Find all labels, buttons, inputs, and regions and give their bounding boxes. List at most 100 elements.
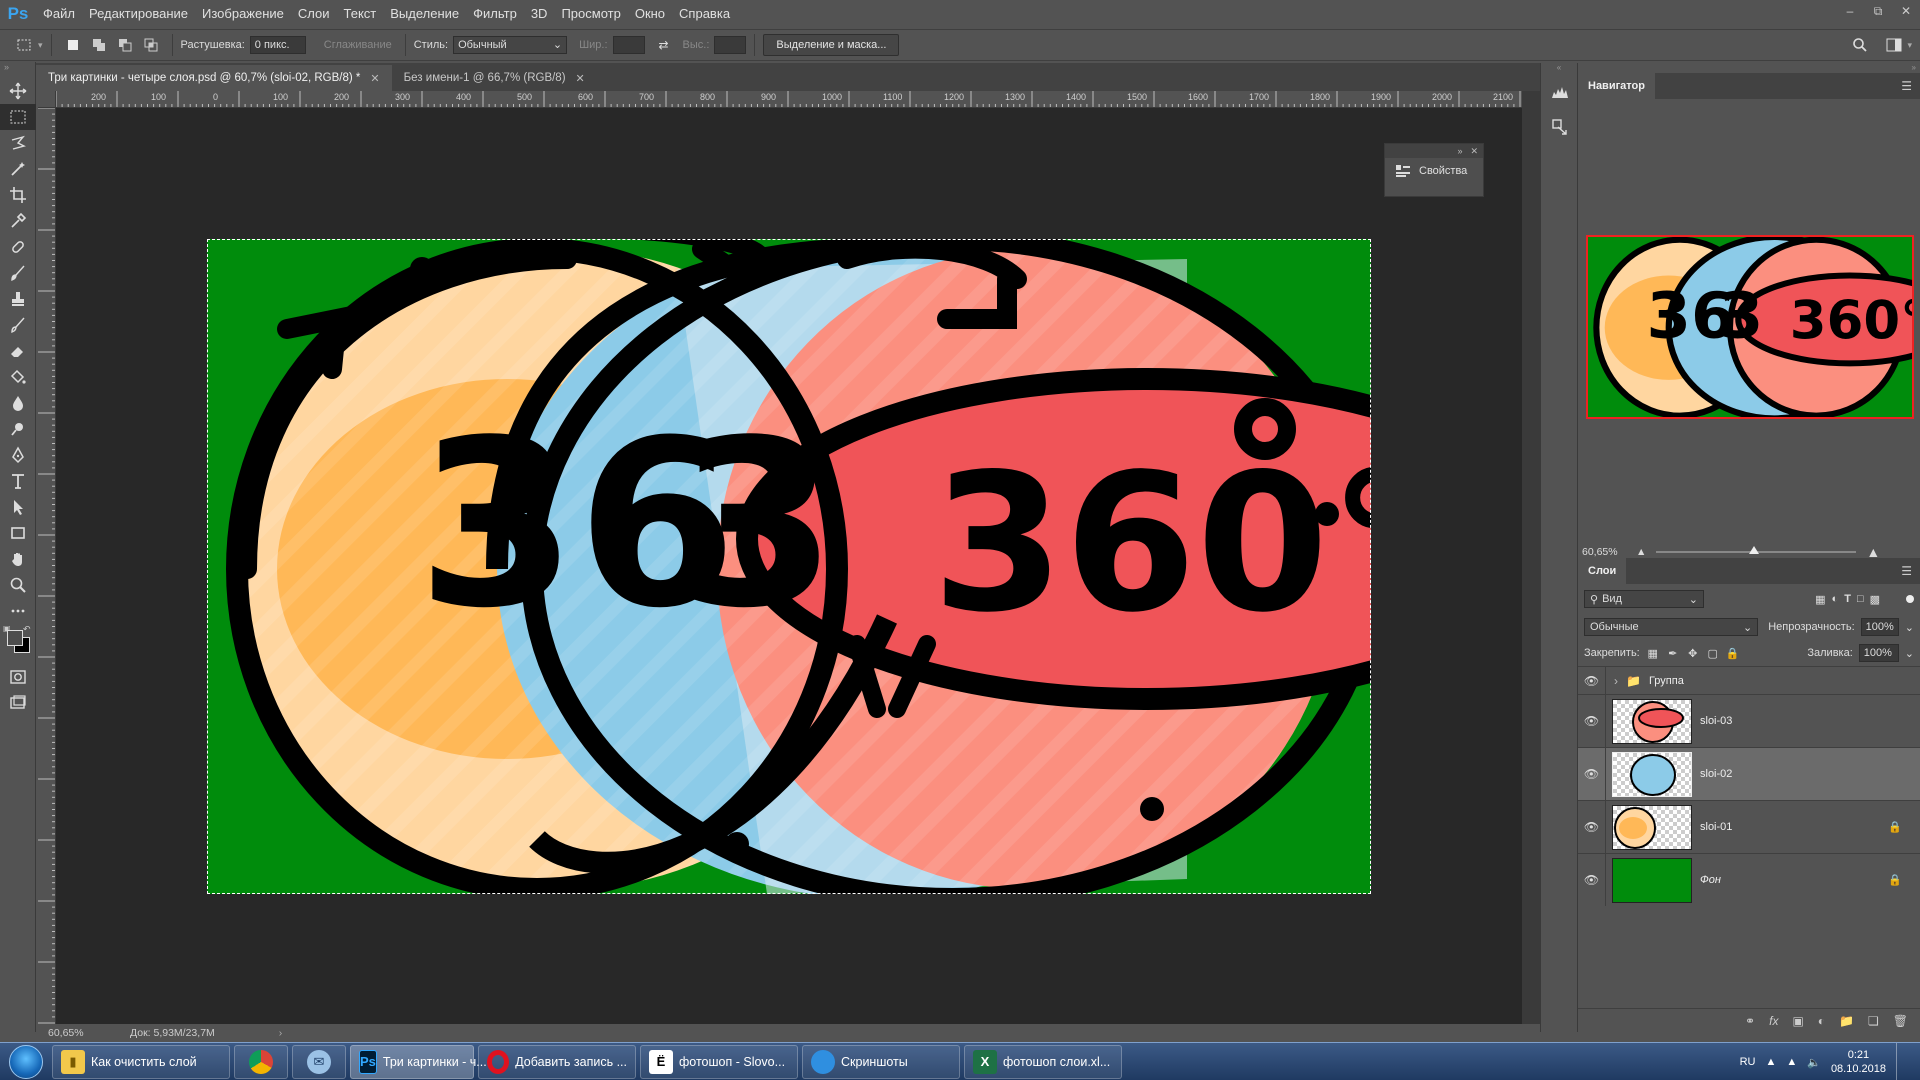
dodge-tool-icon[interactable]: [0, 416, 36, 442]
zoom-out-icon[interactable]: ▲: [1636, 546, 1646, 558]
menu-type[interactable]: Текст: [337, 0, 384, 27]
network-icon[interactable]: ▲: [1786, 1056, 1797, 1068]
path-selection-tool-icon[interactable]: [0, 494, 36, 520]
menu-help[interactable]: Справка: [672, 0, 737, 27]
foreground-color-swatch[interactable]: [7, 630, 23, 646]
taskbar-item-mail[interactable]: ✉: [292, 1044, 346, 1079]
taskbar-item-excel[interactable]: X фотошоп слои.xl...: [964, 1044, 1122, 1079]
pen-tool-icon[interactable]: [0, 442, 36, 468]
style-select[interactable]: Обычный ⌄: [453, 36, 568, 54]
menu-select[interactable]: Выделение: [383, 0, 466, 27]
slider-knob[interactable]: [1749, 546, 1760, 554]
rectangle-tool-icon[interactable]: [0, 520, 36, 546]
document-canvas[interactable]: 36 3 360°: [56, 108, 1522, 1024]
taskbar-item-screenshots[interactable]: Скриншоты: [802, 1044, 960, 1079]
blend-mode-select[interactable]: Обычные ⌄: [1584, 618, 1759, 636]
show-desktop-button[interactable]: [1896, 1043, 1910, 1080]
more-tools-icon[interactable]: [0, 598, 36, 624]
collapse-arrows-icon[interactable]: »: [0, 62, 35, 78]
eyedropper-tool-icon[interactable]: [0, 208, 36, 234]
start-button[interactable]: [0, 1043, 52, 1080]
workspace-icon[interactable]: [1883, 34, 1905, 56]
brush-tool-icon[interactable]: [0, 260, 36, 286]
add-mask-icon[interactable]: ▣: [1792, 1014, 1803, 1028]
taskbar-item-explorer[interactable]: ▮ Как очистить слой: [52, 1044, 230, 1079]
collapse-arrows-icon[interactable]: «: [1541, 63, 1577, 73]
lock-artboard-icon[interactable]: ▢: [1706, 646, 1720, 660]
crop-tool-icon[interactable]: [0, 182, 36, 208]
layer-row-sloi-01[interactable]: 👁 sloi-01 🔒: [1578, 800, 1920, 853]
chevron-down-icon[interactable]: ▾: [1907, 40, 1912, 51]
menu-filter[interactable]: Фильтр: [466, 0, 524, 27]
eye-icon[interactable]: 👁: [1578, 695, 1606, 747]
taskbar-item-word[interactable]: Ё фотошоп - Slovo...: [640, 1044, 798, 1079]
subtract-selection-icon[interactable]: [114, 34, 136, 56]
lock-icon[interactable]: 🔒: [1888, 821, 1902, 834]
menu-layers[interactable]: Слои: [291, 0, 337, 27]
layer-style-icon[interactable]: fx: [1769, 1014, 1778, 1028]
new-layer-icon[interactable]: ❏: [1868, 1014, 1879, 1028]
add-selection-icon[interactable]: [88, 34, 110, 56]
taskbar-item-photoshop[interactable]: Ps Три картинки - ч...: [350, 1044, 487, 1079]
screen-mode-icon[interactable]: [0, 690, 36, 716]
collapse-arrows-icon[interactable]: »: [1457, 146, 1462, 156]
speaker-icon[interactable]: 🔈: [1807, 1056, 1821, 1069]
tab-three-pictures[interactable]: Три картинки - четыре слоя.psd @ 60,7% (…: [36, 65, 392, 91]
panel-menu-icon[interactable]: ☰: [1901, 564, 1912, 578]
fill-input[interactable]: 100%: [1858, 644, 1899, 662]
close-icon[interactable]: ✕: [1470, 146, 1478, 157]
healing-brush-tool-icon[interactable]: [0, 234, 36, 260]
rectangular-marquee-tool-icon[interactable]: [0, 104, 36, 130]
filter-adjustment-icon[interactable]: ◐: [1832, 593, 1839, 605]
swap-colors-icon[interactable]: ↶: [23, 624, 31, 635]
search-icon[interactable]: [1849, 34, 1871, 56]
history-brush-tool-icon[interactable]: [0, 312, 36, 338]
chevron-down-icon[interactable]: ⌄: [1905, 621, 1914, 634]
layer-row-sloi-02[interactable]: 👁 sloi-02: [1578, 747, 1920, 800]
eraser-tool-icon[interactable]: [0, 338, 36, 364]
feather-input[interactable]: 0 пикс.: [249, 36, 306, 54]
status-zoom[interactable]: 60,65%: [48, 1027, 116, 1039]
link-layers-icon[interactable]: ⚭: [1745, 1014, 1755, 1028]
width-input[interactable]: [612, 36, 645, 54]
taskbar-item-chrome[interactable]: [234, 1044, 288, 1079]
lock-icon[interactable]: 🔒: [1888, 874, 1902, 887]
lock-all-icon[interactable]: 🔒: [1726, 646, 1740, 660]
close-icon[interactable]: ✕: [576, 72, 585, 85]
panel-menu-icon[interactable]: ☰: [1901, 79, 1912, 93]
tab-navigator[interactable]: Навигатор: [1578, 73, 1655, 99]
delete-layer-icon[interactable]: 🗑: [1893, 1014, 1908, 1028]
navigator-thumbnail[interactable]: 36 3 360°: [1586, 235, 1914, 419]
quick-mask-icon[interactable]: [0, 664, 36, 690]
select-and-mask-button[interactable]: Выделение и маска...: [763, 34, 900, 56]
filter-toggle[interactable]: [1906, 595, 1914, 603]
filter-smart-object-icon[interactable]: ▩: [1870, 593, 1880, 606]
swap-icon[interactable]: ⇄: [653, 34, 675, 56]
layer-row-sloi-03[interactable]: 👁 sloi-03: [1578, 694, 1920, 747]
zoom-tool-icon[interactable]: [0, 572, 36, 598]
lasso-tool-icon[interactable]: [0, 130, 36, 156]
height-input[interactable]: [714, 36, 747, 54]
clock[interactable]: 0:21 08.10.2018: [1831, 1048, 1886, 1076]
opacity-input[interactable]: 100%: [1860, 618, 1899, 636]
move-tool-icon[interactable]: [0, 78, 36, 104]
lock-transparent-icon[interactable]: ▦: [1646, 646, 1660, 660]
adjustment-layer-icon[interactable]: ◐: [1818, 1014, 1825, 1028]
restore-button[interactable]: ⧉: [1864, 0, 1892, 22]
tab-untitled-1[interactable]: Без имени-1 @ 66,7% (RGB/8) ✕: [391, 65, 597, 91]
filter-pixel-icon[interactable]: ▦: [1815, 593, 1825, 606]
blur-tool-icon[interactable]: [0, 390, 36, 416]
histogram-icon[interactable]: [1541, 73, 1579, 109]
chevron-down-icon[interactable]: ▾: [38, 40, 43, 51]
intersect-selection-icon[interactable]: [140, 34, 162, 56]
new-selection-icon[interactable]: [62, 34, 84, 56]
filter-type-icon[interactable]: T: [1844, 593, 1851, 605]
navigator-zoom-slider[interactable]: [1656, 546, 1857, 554]
antialias-checkbox-label[interactable]: Сглаживание: [324, 39, 392, 51]
clone-source-icon[interactable]: [1541, 109, 1579, 145]
menu-window[interactable]: Окно: [628, 0, 672, 27]
chevron-right-icon[interactable]: ›: [1614, 674, 1618, 688]
eye-icon[interactable]: 👁: [1578, 801, 1606, 853]
tray-expand-icon[interactable]: ▲: [1765, 1056, 1776, 1068]
layer-row-background[interactable]: 👁 Фон 🔒: [1578, 853, 1920, 906]
